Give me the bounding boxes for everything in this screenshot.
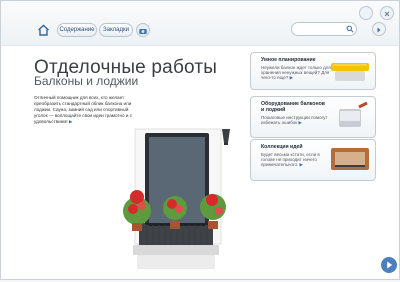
search-icon	[346, 25, 354, 33]
card-body-text: Неужели балкон ждет только для хранения …	[261, 65, 331, 80]
camera-icon	[139, 29, 147, 34]
tape-measure-image	[331, 63, 369, 81]
wall-lamp-illustration	[219, 125, 233, 147]
home-button[interactable]	[37, 23, 50, 36]
bookmarks-button[interactable]: Закладки	[99, 23, 133, 37]
play-icon	[387, 261, 393, 269]
paint-can-image	[339, 101, 368, 127]
card-body: Неужели балкон ждет только для хранения …	[261, 65, 331, 80]
card-title: Оборудование балконов и лоджий	[261, 101, 325, 113]
balcony-photo	[331, 148, 369, 170]
gallery-button[interactable]	[136, 23, 150, 37]
card-body: Пошаговые инструкции помогут избежать ош…	[261, 115, 331, 125]
card-body-text: Пошаговые инструкции помогут избежать ош…	[261, 115, 328, 125]
chevron-right-icon	[377, 27, 381, 33]
card-title: Коллекция идей	[261, 144, 303, 150]
card-body-text: Будет весьма кстати, если в голове не пр…	[261, 152, 320, 167]
search-field[interactable]	[291, 22, 357, 41]
next-page-button[interactable]	[372, 22, 386, 36]
home-icon	[38, 24, 49, 36]
card-arrow-icon: ▶	[298, 120, 302, 125]
card-body: Будет весьма кстати, если в голове не пр…	[261, 152, 331, 167]
search-input[interactable]	[292, 29, 350, 41]
card-title: Умное планирование	[261, 57, 316, 63]
card-arrow-icon: ▶	[299, 162, 303, 167]
close-button[interactable]	[380, 6, 394, 20]
lead-more-arrow[interactable]: ▶	[69, 119, 73, 124]
top-toolbar: Содержание Закладки	[1, 1, 399, 46]
play-button[interactable]	[381, 257, 397, 273]
page-subtitle: Балконы и лоджии	[34, 74, 139, 88]
card-ideas-collection[interactable]: Коллекция идей Будет весьма кстати, если…	[250, 139, 376, 181]
card-smart-planning[interactable]: Умное планирование Неужели балкон ждет т…	[250, 52, 376, 90]
card-balcony-equipment[interactable]: Оборудование балконов и лоджий Пошаговые…	[250, 96, 376, 138]
contents-button[interactable]: Содержание	[57, 23, 97, 37]
balcony-illustration	[115, 119, 235, 277]
close-icon	[384, 11, 390, 17]
app-frame: Содержание Закладки Отделочные работы Ба…	[0, 0, 400, 280]
minimize-button[interactable]	[359, 6, 373, 20]
card-arrow-icon: ▶	[289, 75, 294, 80]
